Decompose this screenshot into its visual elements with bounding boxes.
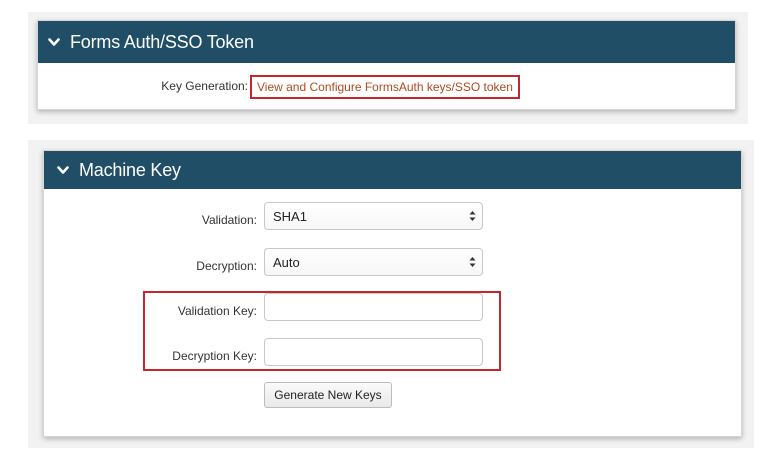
validation-key-label: Validation Key: (177, 304, 257, 318)
select-arrows-icon (469, 257, 476, 268)
machine-key-panel-header[interactable]: Machine Key (44, 151, 741, 189)
machine-key-panel-title: Machine Key (79, 159, 181, 180)
chevron-down-icon (56, 165, 70, 175)
machine-key-panel: Machine Key Validation: SHA1 Decryption:… (43, 150, 742, 437)
validation-key-input[interactable] (264, 293, 483, 321)
forms-auth-panel: Forms Auth/SSO Token Key Generation: Vie… (37, 20, 736, 110)
decryption-key-label: Decryption Key: (172, 349, 257, 363)
decryption-select-value: Auto (273, 254, 300, 270)
select-arrows-icon (469, 211, 476, 222)
decryption-label: Decryption: (196, 259, 257, 273)
decryption-select[interactable]: Auto (264, 248, 483, 276)
configure-formsauth-keys-link[interactable]: View and Configure FormsAuth keys/SSO to… (250, 75, 520, 99)
validation-select-value: SHA1 (273, 208, 307, 224)
forms-auth-panel-title: Forms Auth/SSO Token (70, 31, 254, 52)
validation-label: Validation: (201, 213, 257, 227)
validation-select[interactable]: SHA1 (264, 202, 483, 230)
chevron-down-icon (47, 37, 61, 47)
generate-new-keys-button[interactable]: Generate New Keys (264, 382, 392, 408)
key-generation-label: Key Generation: (161, 79, 248, 93)
forms-auth-panel-header[interactable]: Forms Auth/SSO Token (38, 21, 735, 63)
decryption-key-input[interactable] (264, 338, 483, 366)
